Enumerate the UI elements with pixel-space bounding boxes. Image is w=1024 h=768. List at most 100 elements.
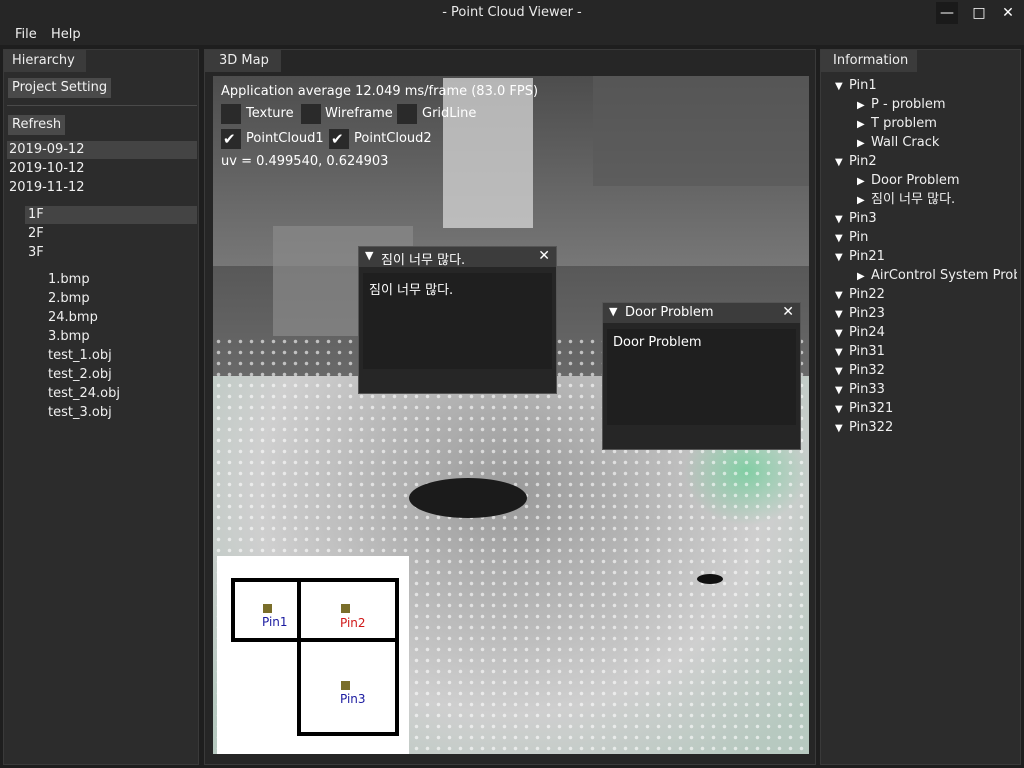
menu-help[interactable]: Help bbox=[51, 27, 81, 42]
tab-information[interactable]: Information bbox=[821, 50, 917, 72]
expand-icon[interactable]: ▼ bbox=[835, 249, 849, 267]
date-item[interactable]: 2019-10-12 bbox=[9, 160, 85, 178]
popup-text: Door Problem bbox=[613, 335, 702, 350]
tree-leaf[interactable]: ▶ 짐이 너무 많다. bbox=[857, 191, 1017, 209]
expand-icon[interactable]: ▼ bbox=[835, 363, 849, 381]
pin-marker[interactable] bbox=[263, 604, 272, 613]
tree-node[interactable]: ▼ Pin bbox=[835, 229, 868, 247]
expand-icon[interactable]: ▼ bbox=[835, 211, 849, 229]
floor-item[interactable]: 2F bbox=[28, 225, 44, 243]
divider bbox=[7, 105, 197, 106]
date-item[interactable]: 2019-09-12 bbox=[7, 141, 197, 159]
tree-node[interactable]: ▼ Pin32 bbox=[835, 362, 885, 380]
file-item[interactable]: test_24.obj bbox=[48, 385, 120, 403]
file-item[interactable]: 24.bmp bbox=[48, 309, 98, 327]
gridline-checkbox[interactable] bbox=[397, 104, 417, 124]
pin-marker[interactable] bbox=[341, 681, 350, 690]
tree-leaf-label: Wall Crack bbox=[871, 135, 940, 150]
tree-node[interactable]: ▼ Pin22 bbox=[835, 286, 885, 304]
file-item[interactable]: test_3.obj bbox=[48, 404, 112, 422]
expand-icon[interactable]: ▼ bbox=[835, 306, 849, 324]
tree-leaf-label: 짐이 너무 많다. bbox=[871, 192, 956, 207]
expand-icon[interactable]: ▼ bbox=[835, 344, 849, 362]
tree-node-label: Pin33 bbox=[849, 382, 885, 397]
tree-node[interactable]: ▼ Pin3 bbox=[835, 210, 877, 228]
bullet-icon: ▶ bbox=[857, 138, 865, 149]
tree-node[interactable]: ▼ Pin2 bbox=[835, 153, 877, 171]
popup-header[interactable]: ▼ 짐이 너무 많다. ✕ bbox=[359, 247, 556, 268]
tree-node[interactable]: ▼ Pin322 bbox=[835, 419, 893, 437]
floor-item[interactable]: 1F bbox=[25, 206, 197, 224]
popup-header[interactable]: ▼ Door Problem ✕ bbox=[603, 303, 800, 323]
expand-icon[interactable]: ▼ bbox=[835, 325, 849, 343]
close-icon[interactable]: ✕ bbox=[782, 304, 794, 320]
pin-label[interactable]: Pin2 bbox=[340, 616, 366, 630]
menu-file[interactable]: File bbox=[15, 27, 37, 42]
file-item[interactable]: test_1.obj bbox=[48, 347, 112, 365]
date-item[interactable]: 2019-11-12 bbox=[9, 179, 85, 197]
tree-leaf[interactable]: ▶ P - problem bbox=[857, 96, 1017, 114]
tree-node-label: Pin bbox=[849, 230, 869, 245]
tree-leaf-label: AirControl System Proble bbox=[871, 268, 1017, 283]
collapse-icon[interactable]: ▼ bbox=[365, 249, 373, 262]
tree-node[interactable]: ▼ Pin24 bbox=[835, 324, 885, 342]
hierarchy-panel: Hierarchy Project Setting Refresh 2019-0… bbox=[3, 49, 199, 765]
tree-leaf[interactable]: ▶ AirControl System Proble bbox=[857, 267, 1017, 285]
tree-node-label: Pin2 bbox=[849, 154, 877, 169]
collapse-icon[interactable]: ▼ bbox=[609, 305, 617, 318]
title-bar: - Point Cloud Viewer - — □ ✕ bbox=[0, 0, 1024, 26]
file-item[interactable]: 3.bmp bbox=[48, 328, 90, 346]
popup-text: 짐이 너무 많다. bbox=[369, 283, 454, 298]
file-item[interactable]: 2.bmp bbox=[48, 290, 90, 308]
tree-node-label: Pin3 bbox=[849, 211, 877, 226]
annotation-popup[interactable]: ▼ 짐이 너무 많다. ✕ 짐이 너무 많다. bbox=[358, 246, 557, 394]
expand-icon[interactable]: ▼ bbox=[835, 154, 849, 172]
tree-node-label: Pin21 bbox=[849, 249, 885, 264]
tree-node[interactable]: ▼ Pin21 bbox=[835, 248, 885, 266]
popup-body: Door Problem bbox=[607, 329, 796, 425]
tree-node-label: Pin24 bbox=[849, 325, 885, 340]
expand-icon[interactable]: ▼ bbox=[835, 287, 849, 305]
expand-icon[interactable]: ▼ bbox=[835, 230, 849, 248]
tree-node[interactable]: ▼ Pin33 bbox=[835, 381, 885, 399]
pin-label[interactable]: Pin1 bbox=[262, 615, 288, 629]
tree-leaf[interactable]: ▶ T problem bbox=[857, 115, 1017, 133]
pointcloud1-checkbox[interactable]: ✔ bbox=[221, 129, 241, 149]
file-item[interactable]: 1.bmp bbox=[48, 271, 90, 289]
pointcloud2-checkbox[interactable]: ✔ bbox=[329, 129, 349, 149]
tree-node[interactable]: ▼ Pin321 bbox=[835, 400, 893, 418]
tree-node[interactable]: ▼ Pin31 bbox=[835, 343, 885, 361]
expand-icon[interactable]: ▼ bbox=[835, 420, 849, 438]
refresh-button[interactable]: Refresh bbox=[8, 115, 66, 135]
tree-node-label: Pin22 bbox=[849, 287, 885, 302]
point-cloud-viewport[interactable]: Application average 12.049 ms/frame (83.… bbox=[213, 76, 809, 754]
close-icon[interactable]: ✕ bbox=[997, 2, 1019, 24]
wireframe-checkbox[interactable] bbox=[301, 104, 321, 124]
tab-hierarchy[interactable]: Hierarchy bbox=[4, 50, 86, 72]
uv-readout: uv = 0.499540, 0.624903 bbox=[221, 154, 389, 169]
expand-icon[interactable]: ▼ bbox=[835, 382, 849, 400]
floor-minimap[interactable]: Pin1 Pin2 Pin3 bbox=[217, 556, 409, 754]
file-item[interactable]: test_2.obj bbox=[48, 366, 112, 384]
project-setting-button[interactable]: Project Setting bbox=[8, 78, 112, 98]
tree-leaf[interactable]: ▶ Wall Crack bbox=[857, 134, 1017, 152]
annotation-popup[interactable]: ▼ Door Problem ✕ Door Problem bbox=[602, 302, 801, 450]
maximize-icon[interactable]: □ bbox=[968, 2, 990, 24]
tab-3d-map[interactable]: 3D Map bbox=[205, 50, 281, 72]
minimize-icon[interactable]: — bbox=[936, 2, 958, 24]
tree-node[interactable]: ▼ Pin23 bbox=[835, 305, 885, 323]
close-icon[interactable]: ✕ bbox=[538, 248, 550, 264]
tree-leaf-label: P - problem bbox=[871, 97, 946, 112]
texture-checkbox[interactable] bbox=[221, 104, 241, 124]
floor-item[interactable]: 3F bbox=[28, 244, 44, 262]
tree-node[interactable]: ▼ Pin1 bbox=[835, 77, 877, 95]
pin-marker[interactable] bbox=[341, 604, 350, 613]
texture-label: Texture bbox=[246, 106, 294, 121]
pin-label[interactable]: Pin3 bbox=[340, 692, 366, 706]
expand-icon[interactable]: ▼ bbox=[835, 78, 849, 96]
menu-bar: File Help bbox=[0, 26, 1024, 45]
popup-title: 짐이 너무 많다. bbox=[381, 253, 466, 268]
expand-icon[interactable]: ▼ bbox=[835, 401, 849, 419]
tree-leaf-label: T problem bbox=[871, 116, 937, 131]
tree-leaf[interactable]: ▶ Door Problem bbox=[857, 172, 1017, 190]
